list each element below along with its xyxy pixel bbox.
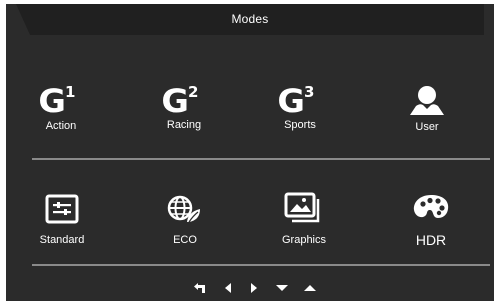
mode-standard-button[interactable]: Standard	[7, 188, 117, 258]
osd-screen: Modes G 1 Action G 2 Racing G 3 Sports U…	[0, 0, 494, 301]
mode-label: HDR	[415, 232, 447, 248]
standard-sliders-icon	[37, 188, 87, 224]
palette-icon	[406, 188, 456, 224]
mode-label: Graphics	[281, 234, 327, 246]
g2-icon: G 2	[161, 82, 199, 120]
eco-globe-leaf-icon	[160, 188, 210, 224]
g3-icon: G 3	[277, 82, 315, 120]
mode-label: Action	[45, 120, 77, 132]
mode-label: Sports	[284, 119, 316, 131]
navigation-bar	[186, 279, 326, 297]
divider	[32, 158, 490, 160]
mode-label: Standard	[39, 234, 85, 246]
mode-racing-button[interactable]: G 2 Racing	[129, 80, 239, 150]
divider	[32, 264, 490, 266]
graphics-picture-icon	[279, 188, 329, 224]
left-arrow-icon[interactable]	[218, 279, 238, 297]
mode-eco-button[interactable]: ECO	[130, 188, 240, 258]
down-arrow-icon[interactable]	[272, 279, 292, 297]
mode-hdr-button[interactable]: HDR	[376, 188, 486, 258]
mode-label: ECO	[173, 234, 197, 246]
mode-sports-button[interactable]: G 3 Sports	[245, 80, 355, 150]
mode-user-button[interactable]: User	[372, 80, 482, 150]
return-icon[interactable]	[190, 279, 210, 297]
g1-icon: G 1	[38, 82, 76, 120]
mode-label: User	[415, 121, 439, 133]
page-title: Modes	[231, 12, 269, 26]
title-bar: Modes	[16, 4, 484, 35]
mode-action-button[interactable]: G 1 Action	[6, 80, 116, 150]
mode-label: Racing	[166, 119, 202, 131]
modes-menu-panel: Modes G 1 Action G 2 Racing G 3 Sports U…	[6, 4, 494, 301]
user-icon	[402, 80, 452, 116]
up-arrow-icon[interactable]	[300, 279, 320, 297]
mode-graphics-button[interactable]: Graphics	[249, 188, 359, 258]
right-arrow-icon[interactable]	[244, 279, 264, 297]
